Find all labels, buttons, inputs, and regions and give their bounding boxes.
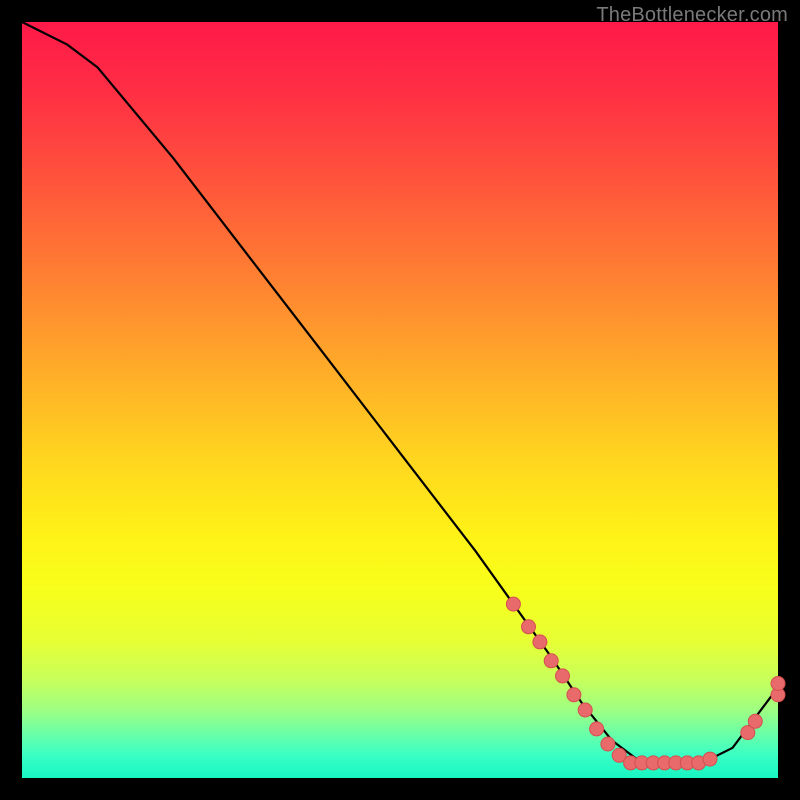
data-marker [567, 688, 581, 702]
data-marker [771, 677, 785, 691]
data-markers [506, 597, 785, 770]
data-marker [533, 635, 547, 649]
chart-overlay [22, 22, 778, 778]
data-marker [601, 737, 615, 751]
chart-container: TheBottlenecker.com [0, 0, 800, 800]
data-marker [703, 752, 717, 766]
data-marker [556, 669, 570, 683]
data-marker [578, 703, 592, 717]
data-marker [748, 714, 762, 728]
data-marker [544, 654, 558, 668]
data-marker [522, 620, 536, 634]
bottleneck-curve [22, 22, 778, 763]
data-marker [506, 597, 520, 611]
data-marker [590, 722, 604, 736]
